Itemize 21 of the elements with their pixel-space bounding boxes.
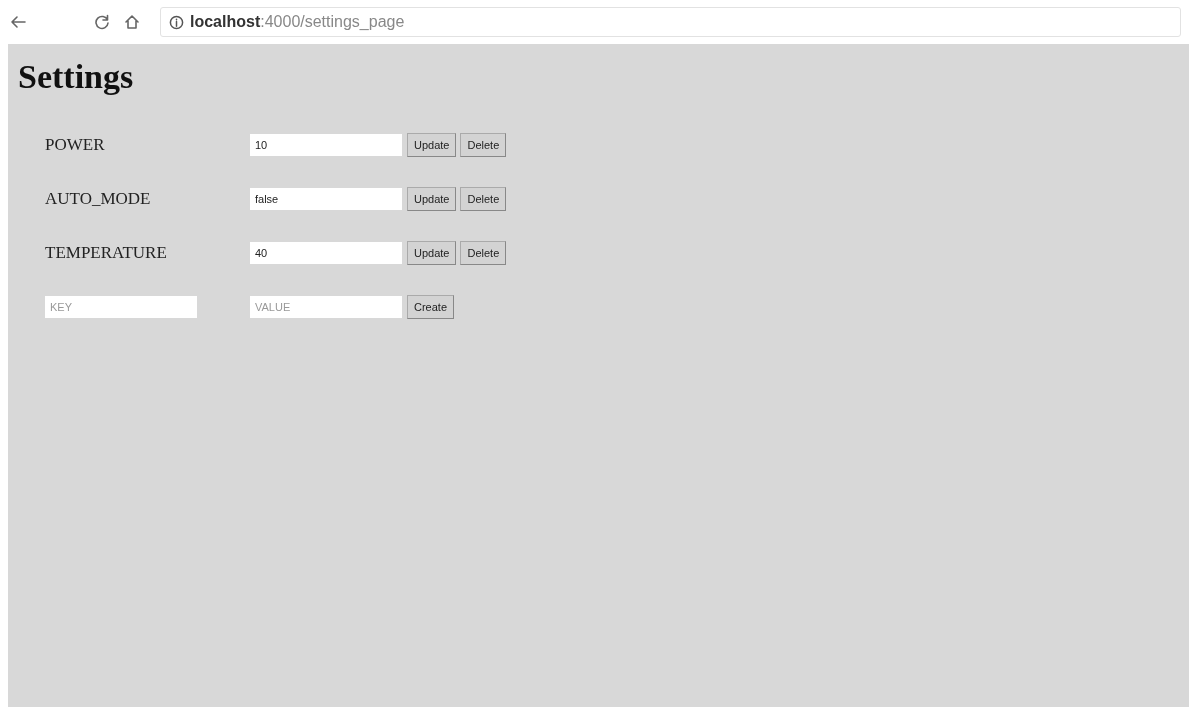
- setting-key: AUTO_MODE: [45, 189, 250, 209]
- update-button[interactable]: Update: [407, 187, 457, 211]
- key-field[interactable]: KEY: [45, 296, 197, 318]
- update-button[interactable]: Update: [407, 241, 457, 265]
- delete-button[interactable]: Delete: [460, 187, 507, 211]
- reload-icon[interactable]: [94, 14, 110, 30]
- back-icon[interactable]: [10, 15, 26, 29]
- value-field[interactable]: false: [250, 188, 402, 210]
- home-icon[interactable]: [124, 14, 140, 30]
- setting-key: POWER: [45, 135, 250, 155]
- delete-button[interactable]: Delete: [460, 241, 507, 265]
- create-button[interactable]: Create: [407, 295, 455, 319]
- value-field[interactable]: 40: [250, 242, 402, 264]
- value-field[interactable]: 10: [250, 134, 402, 156]
- page-title: Settings: [18, 58, 135, 96]
- info-icon[interactable]: [169, 14, 184, 30]
- delete-button[interactable]: Delete: [460, 133, 507, 157]
- address-bar[interactable]: localhost:4000/settings_page: [160, 7, 1181, 37]
- setting-key: TEMPERATURE: [45, 243, 250, 263]
- update-button[interactable]: Update: [407, 133, 457, 157]
- value-field[interactable]: VALUE: [250, 296, 402, 318]
